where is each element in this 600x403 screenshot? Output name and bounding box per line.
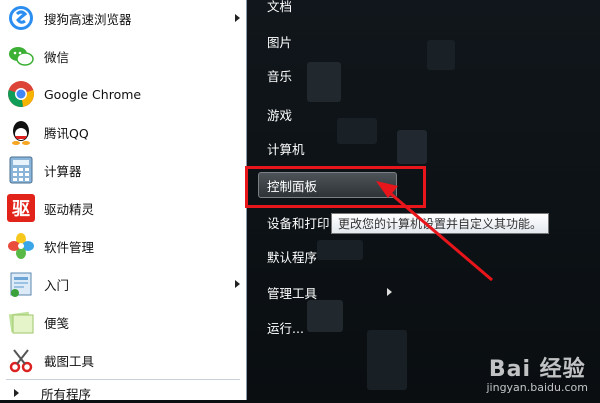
baidu-jingyan-watermark: Bai 经验 jingyan.baidu.com bbox=[486, 351, 588, 394]
watermark-url: jingyan.baidu.com bbox=[486, 381, 588, 394]
watermark-brand: Bai 经验 bbox=[488, 357, 586, 382]
annotation-arrow-icon bbox=[376, 181, 493, 282]
